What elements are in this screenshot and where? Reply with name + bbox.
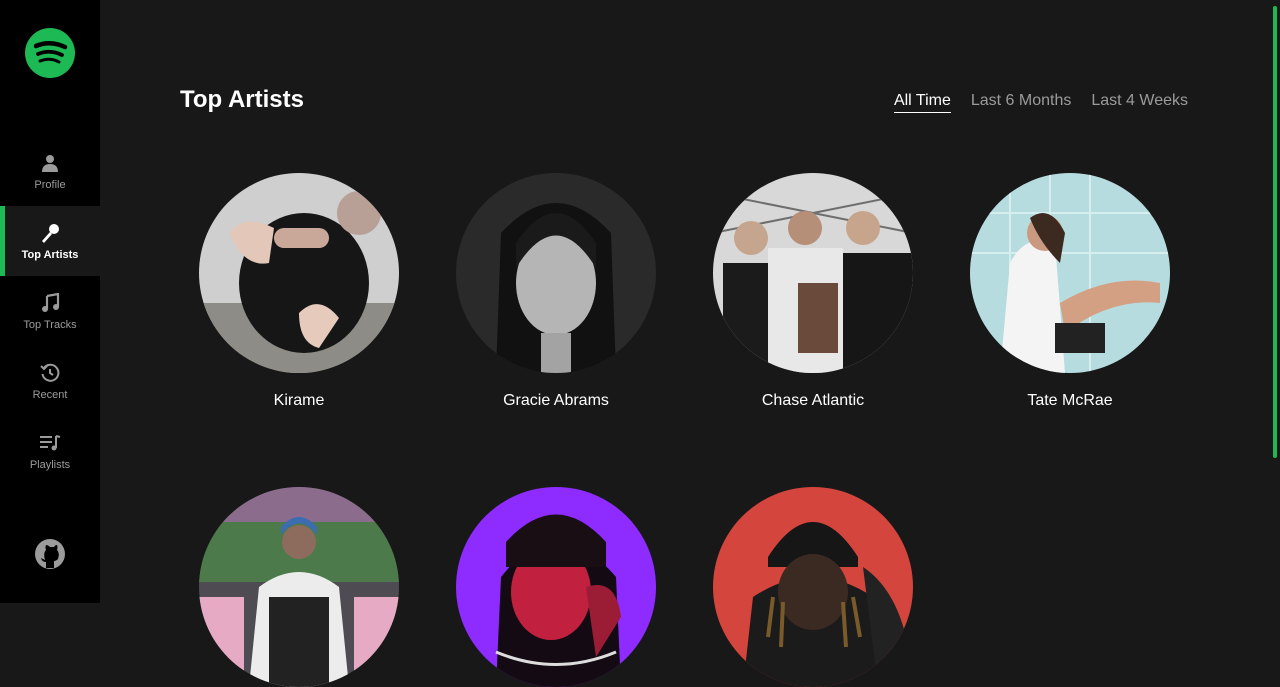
artist-image xyxy=(456,173,656,373)
spotify-logo[interactable] xyxy=(25,28,75,78)
page-title: Top Artists xyxy=(180,86,304,113)
sidebar-item-recent[interactable]: Recent xyxy=(0,346,100,416)
sidebar-item-playlists[interactable]: Playlists xyxy=(0,416,100,486)
sidebar-item-label: Top Tracks xyxy=(23,318,77,331)
microphone-icon xyxy=(39,222,61,244)
user-icon xyxy=(39,152,61,174)
tab-last-4-weeks[interactable]: Last 4 Weeks xyxy=(1091,92,1188,113)
github-icon[interactable] xyxy=(34,538,66,570)
artist-card[interactable] xyxy=(199,487,399,687)
history-icon xyxy=(39,362,61,384)
artist-card[interactable]: Kirame xyxy=(199,173,399,410)
sidebar-item-top-artists[interactable]: Top Artists xyxy=(0,206,100,276)
main-content: Top Artists All Time Last 6 Months Last … xyxy=(100,0,1270,687)
artist-image xyxy=(456,487,656,687)
sidebar-nav: Profile Top Artists Top Tracks Recent Pl… xyxy=(0,136,100,486)
music-note-icon xyxy=(39,292,61,314)
tab-last-6-months[interactable]: Last 6 Months xyxy=(971,92,1072,113)
artist-card[interactable] xyxy=(713,487,913,687)
artist-image xyxy=(970,173,1170,373)
artist-image xyxy=(199,487,399,687)
artist-image xyxy=(713,173,913,373)
sidebar-item-profile[interactable]: Profile xyxy=(0,136,100,206)
playlist-icon xyxy=(39,432,61,454)
scrollbar[interactable] xyxy=(1270,0,1280,603)
artist-name: Kirame xyxy=(273,392,325,409)
sidebar-item-label: Profile xyxy=(34,178,66,191)
artist-card[interactable] xyxy=(456,487,656,687)
artist-grid: Kirame Gracie Abrams Chase Atlantic Tate… xyxy=(199,173,1199,687)
artist-name: Chase Atlantic xyxy=(761,392,865,409)
time-range-tabs: All Time Last 6 Months Last 4 Weeks xyxy=(893,92,1188,113)
tab-all-time[interactable]: All Time xyxy=(893,92,951,113)
artist-card[interactable]: Gracie Abrams xyxy=(456,173,656,410)
sidebar-item-label: Top Artists xyxy=(21,248,79,261)
scrollbar-thumb[interactable] xyxy=(1273,6,1277,458)
artist-card[interactable]: Tate McRae xyxy=(970,173,1170,410)
artist-name: Tate McRae xyxy=(1027,392,1113,409)
artist-image xyxy=(713,487,913,687)
artist-image xyxy=(199,173,399,373)
artist-name: Gracie Abrams xyxy=(503,392,609,409)
sidebar-item-top-tracks[interactable]: Top Tracks xyxy=(0,276,100,346)
sidebar-item-label: Playlists xyxy=(29,458,71,471)
artist-card[interactable]: Chase Atlantic xyxy=(713,173,913,410)
sidebar-item-label: Recent xyxy=(32,388,68,401)
sidebar: Profile Top Artists Top Tracks Recent Pl… xyxy=(0,0,100,603)
